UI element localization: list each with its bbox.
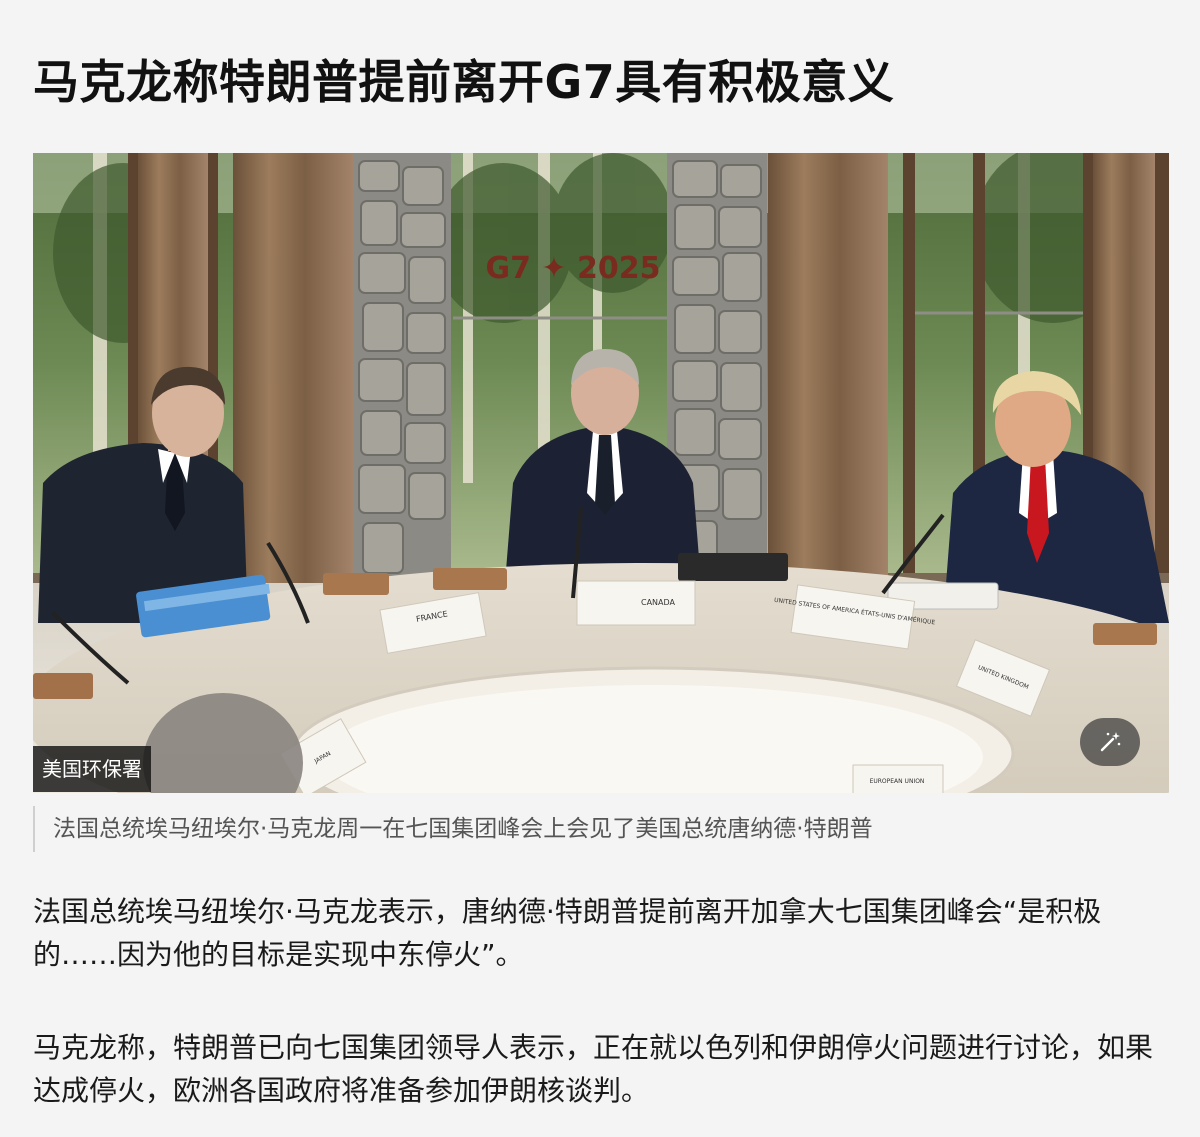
photo-credit: 美国环保署 [33, 746, 151, 792]
g7-banner: G7 ✦ 2025 [485, 251, 660, 286]
paragraph-1: 法国总统埃马纽埃尔·马克龙表示，唐纳德·特朗普提前离开加拿大七国集团峰会“是积极… [33, 895, 1102, 971]
magic-wand-icon [1100, 732, 1121, 752]
paragraph-2: 马克龙称，特朗普已向七国集团领导人表示，正在就以色列和伊朗停火问题进行讨论，如果… [33, 1031, 1154, 1107]
image-tool-button[interactable] [1080, 718, 1140, 766]
photo-illustration: G7 ✦ 2025 FRANCE CANADA UNITED STATES OF… [33, 153, 1169, 793]
headline: 马克龙称特朗普提前离开G7具有积极意义 [33, 55, 895, 109]
article-photo[interactable]: G7 ✦ 2025 FRANCE CANADA UNITED STATES OF… [33, 153, 1169, 793]
article: 马克龙称特朗普提前离开G7具有积极意义 G7 ✦ 2025 FRANCE CAN… [0, 0, 1200, 1137]
photo-caption: 法国总统埃马纽埃尔·马克龙周一在七国集团峰会上会见了美国总统唐纳德·特朗普 [33, 806, 1163, 852]
placard-eu: EUROPEAN UNION [870, 778, 925, 785]
placard-canada: CANADA [641, 598, 676, 607]
